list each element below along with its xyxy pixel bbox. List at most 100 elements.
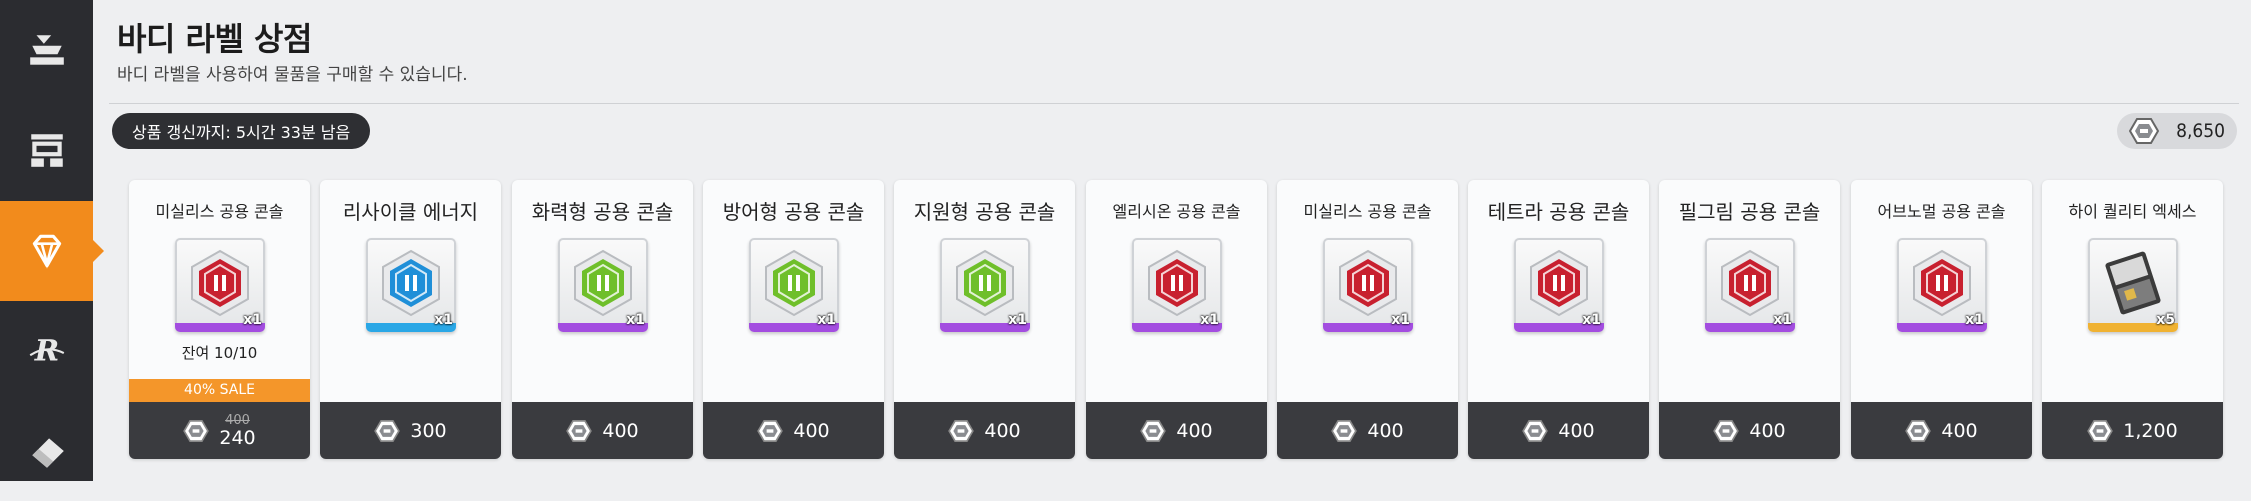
page-subtitle: 바디 라벨을 사용하여 물품을 구매할 수 있습니다.	[117, 65, 468, 85]
item-quantity: x1	[1391, 312, 1410, 328]
item-icon-frame: x1	[1323, 238, 1413, 332]
shop-item-card[interactable]: 하이 퀄리티 엑세스 x5 1,200	[2042, 180, 2223, 459]
item-quantity: x1	[243, 312, 262, 328]
shop-item-card[interactable]: 필그림 공용 콘솔 x1 400	[1659, 180, 1840, 459]
item-name: 필그림 공용 콘솔	[1678, 200, 1821, 224]
item-quantity: x1	[1773, 312, 1792, 328]
sidebar: R	[0, 0, 104, 481]
shop-item-card[interactable]: 미실리스 공용 콘솔 x1 잔여 10/10 40% SALE 400 240	[129, 180, 310, 459]
body-label-icon	[948, 419, 975, 442]
item-price: 400	[1558, 419, 1595, 442]
body-label-icon	[374, 419, 401, 442]
shop-item-card[interactable]: 미실리스 공용 콘솔 x1 400	[1277, 180, 1458, 459]
shop-item-card[interactable]: 방어형 공용 콘솔 x1 400	[703, 180, 884, 459]
item-icon-frame: x1	[749, 238, 839, 332]
item-name: 엘리시온 공용 콘솔	[1112, 202, 1241, 221]
item-name: 테트라 공용 콘솔	[1487, 200, 1630, 224]
eraser-icon	[31, 438, 64, 468]
item-name: 리사이클 에너지	[342, 200, 479, 224]
firepower-emblem-icon	[574, 249, 632, 317]
shop-item-card[interactable]: 엘리시온 공용 콘솔 x1 400	[1086, 180, 1267, 459]
body-label-icon	[566, 419, 593, 442]
item-price: 400	[602, 419, 639, 442]
item-price: 400	[1176, 419, 1213, 442]
item-price: 400	[793, 419, 830, 442]
currency-balance[interactable]: 8,650	[2117, 113, 2237, 149]
remaining-stock: 잔여 10/10	[181, 344, 258, 362]
sale-price: 240	[219, 426, 256, 449]
price-button[interactable]: 400	[1277, 402, 1458, 459]
currency-amount: 8,650	[2176, 120, 2225, 142]
body-label-icon	[1713, 419, 1740, 442]
refresh-timer-text: 상품 갱신까지: 5시간 33분 남음	[132, 123, 351, 142]
price-button[interactable]: 400	[1468, 402, 1649, 459]
price-button[interactable]: 400	[1086, 402, 1267, 459]
sidebar-item-laboratory[interactable]	[0, 0, 93, 100]
recycle-emblem-icon	[382, 249, 440, 317]
original-price: 400	[225, 412, 250, 428]
item-price: 300	[410, 419, 447, 442]
item-price: 400	[1749, 419, 1786, 442]
price-button[interactable]: 1,200	[2042, 402, 2223, 459]
item-icon-frame: x1	[1514, 238, 1604, 332]
price-button[interactable]: 400 240	[129, 402, 310, 459]
shop-item-card[interactable]: 리사이클 에너지 x1 300	[320, 180, 501, 459]
item-icon-frame: x1	[940, 238, 1030, 332]
item-icon-frame: x1	[1705, 238, 1795, 332]
body-label-icon	[2129, 118, 2159, 144]
item-name: 방어형 공용 콘솔	[722, 200, 865, 224]
item-quantity: x1	[1200, 312, 1219, 328]
item-icon-frame: x5	[2088, 238, 2178, 332]
item-name: 지원형 공용 콘솔	[913, 200, 1056, 224]
price-button[interactable]: 400	[1659, 402, 1840, 459]
item-icon-frame: x1	[1132, 238, 1222, 332]
item-price: 400	[1367, 419, 1404, 442]
tetra-emblem-icon	[1530, 249, 1588, 317]
body-label-icon	[2087, 419, 2114, 442]
sidebar-item-body-label-shop[interactable]	[0, 201, 104, 301]
support-emblem-icon	[956, 249, 1014, 317]
item-name: 미실리스 공용 콘솔	[1303, 202, 1432, 221]
shop-building-icon	[30, 134, 63, 167]
main-panel: 바디 라벨 상점 바디 라벨을 사용하여 물품을 구매할 수 있습니다. 상품 …	[93, 0, 2251, 481]
price-button[interactable]: 400	[703, 402, 884, 459]
price-button[interactable]: 400	[1851, 402, 2032, 459]
item-quantity: x1	[1008, 312, 1027, 328]
item-price: 400	[1941, 419, 1978, 442]
item-name: 미실리스 공용 콘솔	[155, 202, 284, 221]
item-icon-frame: x1	[175, 238, 265, 332]
body-label-icon	[1331, 419, 1358, 442]
item-name: 어브노멀 공용 콘솔	[1877, 202, 2006, 221]
sidebar-item-r-shop[interactable]: R	[0, 301, 93, 401]
refresh-timer: 상품 갱신까지: 5시간 33분 남음	[112, 113, 371, 149]
item-price: 1,200	[2123, 419, 2178, 442]
item-quantity: x1	[626, 312, 645, 328]
sale-badge: 40% SALE	[129, 379, 310, 402]
price-button[interactable]: 400	[512, 402, 693, 459]
price-button[interactable]: 300	[320, 402, 501, 459]
item-quantity: x1	[1582, 312, 1601, 328]
item-quantity: x5	[2156, 312, 2175, 328]
item-icon-frame: x1	[558, 238, 648, 332]
body-label-icon	[1522, 419, 1549, 442]
missilis-emblem-icon	[191, 249, 249, 317]
body-label-icon	[757, 419, 784, 442]
diamond-icon	[32, 234, 61, 269]
elysion-emblem-icon	[1148, 249, 1206, 317]
item-icon-frame: x1	[366, 238, 456, 332]
shop-item-card[interactable]: 어브노멀 공용 콘솔 x1 400	[1851, 180, 2032, 459]
item-name: 하이 퀄리티 엑세스	[2068, 202, 2197, 221]
item-price: 400	[984, 419, 1021, 442]
body-label-icon	[183, 419, 210, 442]
divider	[109, 103, 2239, 104]
item-quantity: x1	[434, 312, 453, 328]
shop-item-card[interactable]: 화력형 공용 콘솔 x1 400	[512, 180, 693, 459]
shop-item-card[interactable]: 지원형 공용 콘솔 x1 400	[894, 180, 1075, 459]
shop-item-card[interactable]: 테트라 공용 콘솔 x1 400	[1468, 180, 1649, 459]
price-button[interactable]: 400	[894, 402, 1075, 459]
r-emblem-icon: R	[29, 332, 64, 367]
item-quantity: x1	[817, 312, 836, 328]
sidebar-item-eraser[interactable]	[0, 401, 93, 501]
body-label-icon	[1140, 419, 1167, 442]
sidebar-item-shop[interactable]	[0, 100, 93, 200]
